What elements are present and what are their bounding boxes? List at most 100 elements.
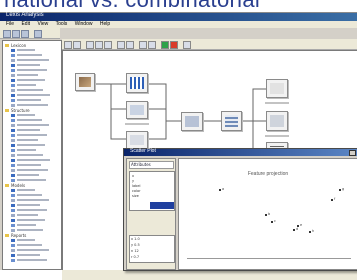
item-icon [11, 79, 15, 82]
item-icon [11, 194, 15, 197]
tree-item-label [17, 174, 39, 176]
link-grid-to-merge [147, 83, 181, 122]
plot-point-label: e [300, 223, 303, 227]
item-icon [11, 204, 15, 207]
zoom-out-icon[interactable] [126, 41, 134, 49]
menu-tools[interactable]: Tools [56, 21, 68, 28]
chart-node-2[interactable] [265, 111, 289, 137]
summary-row: r 0.7 [131, 255, 140, 259]
menu-edit[interactable]: Edit [21, 21, 30, 28]
scatter-window-title: Scatter Plot [130, 148, 156, 154]
attribute-item[interactable]: label [132, 184, 140, 188]
status-bar [62, 270, 357, 280]
plot-point-label: b [268, 212, 271, 216]
item-icon [11, 189, 15, 192]
item-icon [11, 94, 15, 97]
transform-node[interactable] [221, 111, 242, 131]
item-icon [11, 114, 15, 117]
filter-node[interactable] [125, 131, 149, 155]
item-icon [11, 179, 15, 182]
plot-point[interactable] [339, 189, 341, 191]
copy-icon[interactable] [95, 41, 103, 49]
grid-node[interactable] [126, 73, 148, 93]
tab-attributes[interactable]: Attributes [129, 161, 174, 169]
scatter-window-title-bar[interactable]: Scatter Plot [124, 148, 357, 156]
merge-node[interactable] [181, 112, 203, 131]
plot-point-label: d [296, 227, 299, 231]
attribute-item[interactable]: y [132, 179, 134, 183]
plot-point[interactable] [309, 231, 311, 233]
tree-item-label [17, 124, 49, 126]
tree-item-label [17, 114, 35, 116]
scatter-plot[interactable]: Feature projection a bc de f g h [178, 158, 357, 270]
save-icon[interactable] [21, 30, 29, 38]
link-source-to-calc [110, 84, 126, 110]
new-icon[interactable] [3, 30, 11, 38]
attribute-list[interactable]: x y label color size [129, 171, 175, 211]
menu-help[interactable]: Help [100, 21, 110, 28]
attribute-item[interactable]: x [132, 174, 134, 178]
item-icon [11, 64, 15, 67]
tree-item-label [17, 144, 45, 146]
plot-point[interactable] [271, 221, 273, 223]
plot-point[interactable] [331, 199, 333, 201]
plot-point-label: g [342, 187, 345, 191]
chart-node-1[interactable] [265, 79, 289, 104]
merge-icon [185, 116, 199, 127]
connect-icon[interactable] [73, 41, 81, 49]
properties-icon[interactable] [139, 41, 147, 49]
close-icon[interactable] [349, 150, 356, 156]
layout-icon[interactable] [148, 41, 156, 49]
tree-item-label [17, 139, 38, 141]
open-icon[interactable] [12, 30, 20, 38]
chart-icon [270, 83, 284, 94]
caption-text: national vs. combinatorial [4, 0, 260, 12]
attribute-item[interactable]: size [132, 194, 139, 198]
item-icon [11, 199, 15, 202]
item-icon [11, 254, 15, 257]
refresh-icon[interactable] [34, 30, 42, 38]
stop-icon[interactable] [170, 41, 178, 49]
cut-icon[interactable] [86, 41, 94, 49]
caption-banner: national vs. combinatorial [0, 0, 357, 12]
item-icon [11, 74, 15, 77]
tree-item-label [17, 244, 42, 246]
zoom-in-icon[interactable] [117, 41, 125, 49]
plot-point[interactable] [219, 189, 221, 191]
x-axis [187, 258, 351, 259]
item-icon [11, 84, 15, 87]
tree-item-label [17, 54, 42, 56]
calc-node[interactable] [125, 101, 149, 125]
item-icon [11, 249, 15, 252]
plot-point[interactable] [265, 214, 267, 216]
plot-point[interactable] [297, 225, 299, 227]
item-icon [11, 209, 15, 212]
canvas-toolbar [62, 39, 357, 50]
window-title-bar[interactable]: Lexis Analysis [0, 12, 357, 21]
source-node[interactable] [75, 73, 95, 91]
left-toolbar [0, 28, 60, 39]
tree-item-label [17, 149, 36, 151]
item-icon [11, 239, 15, 242]
menu-file[interactable]: File [6, 21, 14, 28]
pointer-icon[interactable] [64, 41, 72, 49]
item-icon [11, 129, 15, 132]
paste-icon[interactable] [104, 41, 112, 49]
run-icon[interactable] [161, 41, 169, 49]
calc-caption [125, 123, 149, 125]
plot-point-label: a [222, 187, 225, 191]
tree-item-label [17, 209, 47, 211]
item-icon [11, 219, 15, 222]
attribute-item[interactable]: color [132, 189, 141, 193]
chart-caption-1 [265, 102, 289, 104]
tree-item-label [17, 134, 47, 136]
tree-item[interactable] [3, 258, 61, 263]
plot-point-label: c [274, 219, 276, 223]
item-icon [11, 59, 15, 62]
item-icon [11, 49, 15, 52]
plot-point[interactable] [293, 229, 295, 231]
selected-attribute-highlight [150, 202, 174, 209]
menu-window[interactable]: Window [75, 21, 93, 28]
menu-view[interactable]: View [37, 21, 48, 28]
help-icon[interactable] [183, 41, 191, 49]
